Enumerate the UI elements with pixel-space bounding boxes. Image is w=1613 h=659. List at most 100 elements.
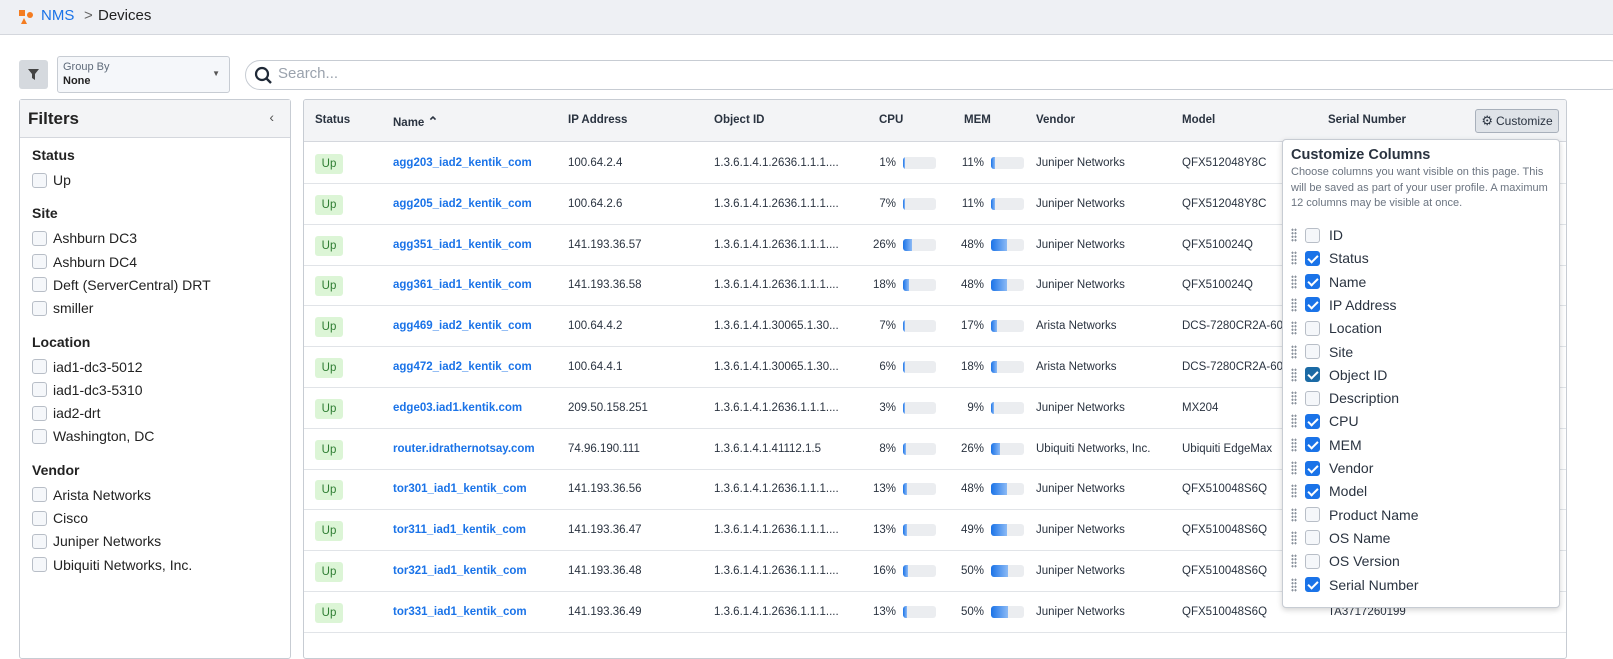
col-object-id[interactable]: Object ID	[714, 114, 764, 126]
device-name-link[interactable]: agg361_iad1_kentik_com	[393, 279, 532, 291]
filter-option[interactable]: iad2-drt	[32, 405, 100, 421]
checkbox[interactable]	[1305, 507, 1320, 523]
drag-handle-icon[interactable]	[1291, 251, 1297, 266]
drag-handle-icon[interactable]	[1291, 321, 1297, 336]
checkbox[interactable]	[1305, 344, 1320, 359]
checkbox[interactable]	[32, 428, 47, 444]
filter-option[interactable]: smiller	[32, 300, 93, 316]
collapse-chevron-icon[interactable]: ‹	[269, 109, 274, 125]
checkbox[interactable]	[32, 277, 47, 293]
checkbox[interactable]	[1305, 274, 1320, 290]
column-option[interactable]: OS Version	[1291, 553, 1400, 569]
column-option[interactable]: ID	[1291, 227, 1343, 243]
device-name-link[interactable]: agg203_iad2_kentik_com	[393, 157, 532, 169]
checkbox[interactable]	[1305, 483, 1320, 499]
checkbox[interactable]	[1305, 250, 1320, 266]
col-ip[interactable]: IP Address	[568, 114, 627, 126]
col-cpu[interactable]: CPU	[879, 114, 903, 126]
checkbox[interactable]	[1305, 437, 1320, 453]
device-name-link[interactable]: tor331_iad1_kentik_com	[393, 606, 527, 618]
checkbox[interactable]	[1305, 530, 1320, 546]
column-option[interactable]: Description	[1291, 390, 1399, 406]
checkbox[interactable]	[1305, 553, 1320, 569]
device-name-link[interactable]: tor301_iad1_kentik_com	[393, 483, 527, 495]
checkbox[interactable]	[1305, 367, 1320, 383]
device-name-link[interactable]: agg469_iad2_kentik_com	[393, 320, 532, 332]
filter-option[interactable]: Juniper Networks	[32, 533, 161, 549]
filter-option[interactable]: Ashburn DC4	[32, 254, 137, 270]
device-name-link[interactable]: tor311_iad1_kentik_com	[393, 524, 526, 536]
checkbox[interactable]	[32, 230, 47, 246]
drag-handle-icon[interactable]	[1291, 297, 1297, 312]
column-option[interactable]: Object ID	[1291, 367, 1387, 383]
search-input[interactable]	[278, 65, 778, 82]
col-name[interactable]: Name ⌃	[393, 114, 438, 130]
checkbox[interactable]	[32, 487, 47, 503]
customize-button[interactable]: ⚙ Customize	[1475, 109, 1559, 133]
toggle-filters-button[interactable]	[19, 60, 48, 89]
checkbox[interactable]	[1305, 413, 1320, 429]
column-option[interactable]: CPU	[1291, 413, 1359, 429]
drag-handle-icon[interactable]	[1291, 274, 1297, 289]
col-status[interactable]: Status	[315, 114, 350, 126]
drag-handle-icon[interactable]	[1291, 414, 1297, 429]
filter-option[interactable]: Up	[32, 172, 71, 188]
checkbox[interactable]	[32, 510, 47, 526]
breadcrumb-nms-link[interactable]: NMS	[41, 7, 74, 24]
column-option[interactable]: Vendor	[1291, 460, 1373, 476]
checkbox[interactable]	[32, 557, 47, 573]
drag-handle-icon[interactable]	[1291, 344, 1297, 359]
drag-handle-icon[interactable]	[1291, 437, 1297, 452]
checkbox[interactable]	[1305, 297, 1320, 313]
search-box[interactable]	[245, 60, 1613, 90]
filter-option[interactable]: iad1-dc3-5012	[32, 359, 143, 375]
col-model[interactable]: Model	[1182, 114, 1215, 126]
col-vendor[interactable]: Vendor	[1036, 114, 1075, 126]
device-name-link[interactable]: agg205_iad2_kentik_com	[393, 198, 532, 210]
drag-handle-icon[interactable]	[1291, 577, 1297, 592]
checkbox[interactable]	[32, 254, 47, 270]
device-name-link[interactable]: edge03.iad1.kentik.com	[393, 402, 522, 414]
checkbox[interactable]	[1305, 577, 1320, 592]
group-by-select[interactable]: Group By None ▼	[57, 56, 230, 93]
drag-handle-icon[interactable]	[1291, 507, 1297, 522]
column-option[interactable]: Site	[1291, 344, 1353, 360]
filter-option[interactable]: Deft (ServerCentral) DRT	[32, 277, 211, 293]
checkbox[interactable]	[32, 300, 47, 316]
filter-option[interactable]: Arista Networks	[32, 487, 151, 503]
drag-handle-icon[interactable]	[1291, 367, 1297, 382]
drag-handle-icon[interactable]	[1291, 391, 1297, 406]
checkbox[interactable]	[32, 359, 47, 374]
checkbox[interactable]	[32, 382, 47, 398]
checkbox[interactable]	[1305, 320, 1320, 336]
checkbox[interactable]	[1305, 390, 1320, 406]
column-option[interactable]: Status	[1291, 250, 1369, 266]
filter-option[interactable]: Washington, DC	[32, 428, 154, 444]
filter-option[interactable]: iad1-dc3-5310	[32, 382, 143, 398]
device-name-link[interactable]: tor321_iad1_kentik_com	[393, 565, 527, 577]
column-option[interactable]: OS Name	[1291, 530, 1390, 546]
col-mem[interactable]: MEM	[964, 114, 991, 126]
column-option[interactable]: Location	[1291, 320, 1382, 336]
column-option[interactable]: Model	[1291, 483, 1367, 499]
filter-option[interactable]: Cisco	[32, 510, 88, 526]
drag-handle-icon[interactable]	[1291, 484, 1297, 499]
drag-handle-icon[interactable]	[1291, 461, 1297, 475]
drag-handle-icon[interactable]	[1291, 530, 1297, 545]
column-option[interactable]: Product Name	[1291, 507, 1418, 523]
col-serial[interactable]: Serial Number	[1328, 114, 1406, 126]
checkbox[interactable]	[32, 533, 47, 549]
column-option[interactable]: MEM	[1291, 437, 1362, 453]
column-option[interactable]: Name	[1291, 274, 1366, 290]
device-name-link[interactable]: router.idrathernotsay.com	[393, 443, 535, 455]
drag-handle-icon[interactable]	[1291, 228, 1297, 242]
filter-option[interactable]: Ashburn DC3	[32, 230, 137, 246]
column-option[interactable]: IP Address	[1291, 297, 1396, 313]
checkbox[interactable]	[1305, 460, 1320, 476]
filter-option[interactable]: Ubiquiti Networks, Inc.	[32, 557, 192, 573]
device-name-link[interactable]: agg472_iad2_kentik_com	[393, 361, 532, 373]
checkbox[interactable]	[1305, 227, 1320, 243]
checkbox[interactable]	[32, 172, 47, 188]
column-option[interactable]: Serial Number	[1291, 577, 1418, 593]
drag-handle-icon[interactable]	[1291, 554, 1297, 569]
